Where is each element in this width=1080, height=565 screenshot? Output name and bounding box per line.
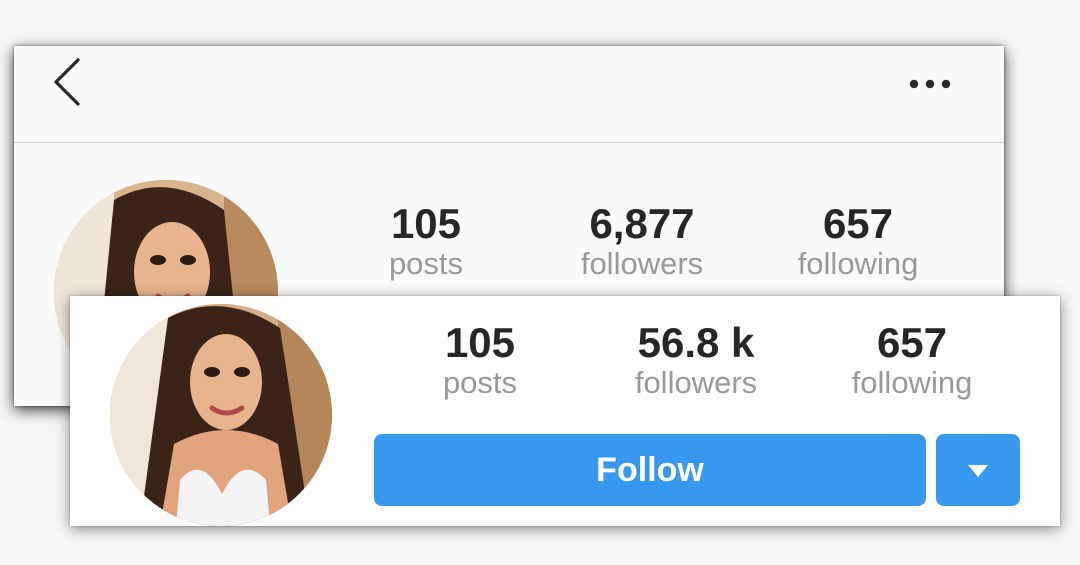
followers-label: followers	[580, 246, 704, 281]
posts-stat[interactable]: 105 posts	[366, 201, 486, 281]
boosted-profile-card: 105 posts 56.8 k followers 657 following…	[70, 296, 1060, 526]
posts-stat[interactable]: 105 posts	[420, 320, 540, 400]
following-stat[interactable]: 657 following	[797, 200, 919, 281]
caret-down-icon	[968, 465, 988, 477]
more-options-button[interactable]	[908, 74, 952, 94]
chevron-left-icon	[54, 58, 80, 106]
following-label: following	[797, 246, 919, 281]
following-stat[interactable]: 657 following	[851, 319, 973, 400]
profile-stats: 105 posts 6,877 followers 657 following	[366, 201, 918, 281]
posts-label: posts	[388, 246, 464, 281]
back-button[interactable]	[50, 56, 90, 108]
avatar[interactable]	[110, 304, 332, 526]
following-count: 657	[876, 319, 948, 366]
posts-count: 105	[444, 319, 516, 366]
profile-photo	[110, 304, 332, 526]
followers-stat[interactable]: 56.8 k followers	[540, 320, 852, 400]
followers-label: followers	[634, 365, 758, 400]
posts-label: posts	[442, 365, 518, 400]
profile-stats: 105 posts 56.8 k followers 657 following	[420, 320, 972, 400]
following-count: 657	[822, 200, 894, 247]
following-label: following	[851, 365, 973, 400]
followers-stat[interactable]: 6,877 followers	[486, 201, 798, 281]
more-horizontal-icon	[909, 79, 951, 89]
profile-header-bar	[14, 46, 1004, 143]
followers-count: 6,877	[589, 200, 695, 247]
followers-count: 56.8 k	[637, 319, 755, 366]
follow-button[interactable]: Follow	[374, 434, 926, 506]
suggestions-dropdown-button[interactable]	[936, 434, 1020, 506]
posts-count: 105	[390, 200, 462, 247]
